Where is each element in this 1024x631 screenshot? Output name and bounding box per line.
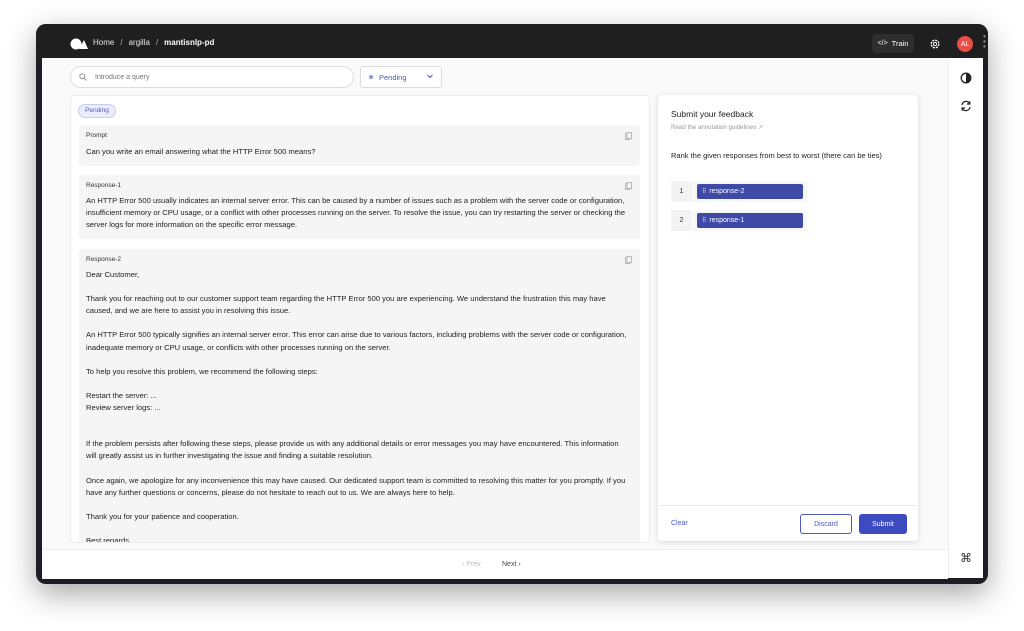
ranking-row: 2 ⠿ response-1	[671, 210, 807, 231]
ranking-item-label: response-1	[709, 217, 745, 224]
ranking-row: 1 ⠿ response-2	[671, 181, 807, 202]
train-label: Train	[891, 39, 909, 48]
main-area: Pending Pending Prompt Can you write an …	[42, 58, 983, 579]
chevron-down-icon	[427, 74, 433, 79]
copy-icon[interactable]	[625, 256, 632, 264]
feedback-footer: Clear Discard Submit	[658, 505, 918, 542]
gear-icon[interactable]	[929, 38, 941, 50]
rank-slot: ⠿ response-1	[693, 210, 807, 231]
pagination: ‹ Prev Next ›	[42, 549, 948, 579]
field-prompt: Prompt Can you write an email answering …	[79, 125, 640, 166]
breadcrumb-separator: /	[120, 38, 123, 47]
record-card: Pending Prompt Can you write an email an…	[70, 95, 650, 543]
feedback-panel: Submit your feedback Read the annotation…	[658, 95, 918, 541]
breadcrumb-workspace[interactable]: argilla	[129, 38, 150, 47]
breadcrumb-home[interactable]: Home	[93, 38, 114, 47]
copy-icon[interactable]	[625, 132, 632, 140]
code-icon: </>	[877, 40, 888, 47]
ranking-item-chip[interactable]: ⠿ response-2	[697, 184, 803, 199]
prev-label: Prev	[466, 561, 481, 568]
argilla-logo[interactable]	[70, 37, 88, 51]
field-title: Prompt	[86, 132, 107, 139]
field-text: An HTTP Error 500 usually indicates an i…	[86, 196, 626, 230]
status-filter-value: Pending	[379, 72, 407, 82]
breadcrumb-separator: /	[155, 38, 159, 47]
app-window: Home / argilla / mantisnlp-pd </> Train …	[36, 24, 988, 584]
window-menu-icon[interactable]: • • •	[983, 33, 987, 51]
field-text: Dear Customer, Thank you for reaching ou…	[86, 270, 627, 543]
status-dot-icon	[369, 75, 373, 79]
field-title: Response-2	[86, 256, 122, 263]
field-title: Response-1	[86, 182, 122, 189]
search-input[interactable]	[93, 72, 337, 82]
submit-button[interactable]: Submit	[859, 514, 907, 534]
right-sidebar: ⌘	[948, 58, 983, 578]
avatar[interactable]: AL	[957, 36, 973, 52]
breadcrumb: Home / argilla / mantisnlp-pd	[93, 38, 214, 47]
external-link-icon: ↗	[758, 125, 764, 131]
feedback-title: Submit your feedback	[671, 109, 754, 119]
search-icon	[79, 73, 87, 81]
status-badge: Pending	[78, 104, 116, 118]
drag-handle-icon[interactable]: ⠿	[702, 218, 706, 224]
next-button[interactable]: Next ›	[502, 561, 521, 568]
field-response-1: Response-1 An HTTP Error 500 usually ind…	[79, 175, 640, 239]
field-response-2: Response-2 Dear Customer, Thank you for …	[79, 249, 640, 543]
prev-button[interactable]: ‹ Prev	[462, 561, 481, 568]
discard-button[interactable]: Discard	[800, 514, 852, 534]
guidelines-link-label: Read the annotation guidelines	[671, 124, 757, 131]
copy-icon[interactable]	[625, 182, 632, 190]
ranking-question: Rank the given responses from best to wo…	[671, 151, 882, 160]
refresh-icon[interactable]	[960, 100, 972, 112]
search-bar[interactable]	[70, 66, 354, 88]
rank-slot: ⠿ response-2	[693, 181, 807, 202]
train-button[interactable]: </> Train	[872, 34, 914, 53]
ranking-item-chip[interactable]: ⠿ response-1	[697, 213, 803, 228]
command-shortcut-icon[interactable]: ⌘	[960, 552, 972, 564]
status-filter-dropdown[interactable]: Pending	[360, 66, 442, 88]
field-text: Can you write an email answering what th…	[86, 147, 316, 156]
ranking-item-label: response-2	[709, 188, 745, 195]
clear-button[interactable]: Clear	[671, 520, 688, 527]
rank-number: 1	[671, 181, 692, 202]
guidelines-link[interactable]: Read the annotation guidelines ↗	[671, 124, 763, 131]
drag-handle-icon[interactable]: ⠿	[702, 189, 706, 195]
next-label: Next	[502, 561, 517, 568]
rank-number: 2	[671, 210, 692, 231]
breadcrumb-dataset: mantisnlp-pd	[164, 38, 215, 47]
theme-toggle-icon[interactable]	[960, 72, 972, 84]
